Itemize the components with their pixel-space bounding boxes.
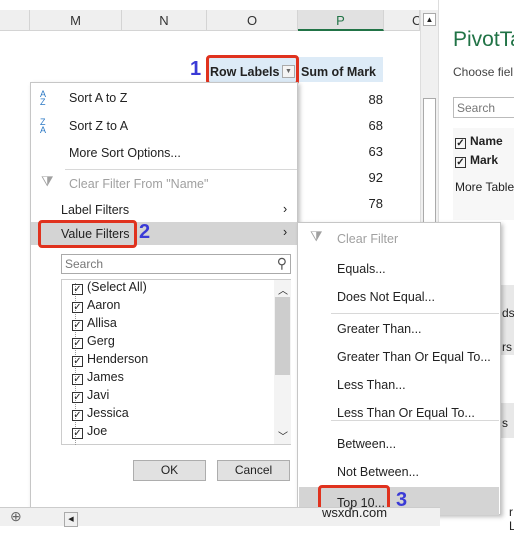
choose-fields-label: Choose fiel [453,65,514,79]
scroll-down-icon[interactable]: ﹀ [278,428,288,443]
list-item[interactable]: ✓ Aaron [72,298,120,313]
submenu-item[interactable]: Between... [337,437,396,451]
step-1: 1 [190,58,202,80]
value-cell[interactable]: 92 [303,170,383,185]
list-item[interactable]: ✓ Allisa [72,316,117,331]
filter-dropdown-icon[interactable]: ▼ [282,65,295,78]
pane-search-input[interactable]: Search [453,97,514,118]
column-header-blank [0,10,30,31]
submenu-item[interactable]: Equals... [337,262,386,276]
submenu-item[interactable]: Top 10... [337,496,385,510]
checkbox-icon: ✓ [455,138,466,149]
checkbox-icon[interactable]: ✓ [72,302,83,313]
list-scrollbar[interactable]: ︿ ﹀ [274,280,291,444]
checkbox-icon[interactable]: ✓ [72,374,83,385]
clear-filter-icon: ⧩ [41,173,54,189]
submenu-item[interactable]: Greater Than Or Equal To... [337,350,491,364]
list-scroll-thumb[interactable] [275,297,290,375]
column-header-p[interactable]: P [298,10,384,31]
more-tables-link[interactable]: More Table [455,180,514,194]
sort-za-icon: ZA [40,117,47,135]
value-cell[interactable]: 88 [303,92,383,107]
column-header-o[interactable]: O [207,10,298,31]
sort-z-to-a[interactable]: Sort Z to A [69,119,128,133]
field-name[interactable]: ✓ Name [455,134,503,149]
submenu-item[interactable]: Does Not Equal... [337,290,435,304]
scroll-thumb[interactable] [423,98,436,238]
checkbox-icon: ✓ [455,157,466,168]
submenu-item[interactable]: Less Than Or Equal To... [337,406,475,420]
search-placeholder: Search [65,257,104,271]
scroll-up-icon[interactable]: ︿ [278,282,288,297]
ok-button[interactable]: OK [133,460,206,481]
pane-title: PivotTa [453,28,514,51]
add-sheet-icon[interactable]: ⊕ [10,508,22,525]
menu-search-input[interactable]: Search ⚲ [61,254,291,274]
chevron-right-icon: › [283,202,288,216]
pane-text-fragment: ds [502,306,514,320]
list-item[interactable]: ✓ Jessica [72,406,129,421]
list-item[interactable]: ✓ Gerg [72,334,115,349]
more-sort-options[interactable]: More Sort Options... [69,146,181,160]
scroll-up-icon[interactable]: ▲ [423,13,436,26]
sort-a-to-z[interactable]: Sort A to Z [69,91,127,105]
pane-text-fragment: r L [509,505,514,533]
list-item[interactable]: ✓ Joe [72,424,107,439]
column-header-m[interactable]: M [30,10,122,31]
value-cell[interactable]: 68 [303,118,383,133]
list-item[interactable]: ✓ Javi [72,388,109,403]
clear-filter-from-name: Clear Filter From "Name" [69,177,209,191]
sum-of-mark-header: Sum of Mark [301,65,377,79]
clear-filter: Clear Filter [337,232,399,246]
field-mark[interactable]: ✓ Mark [455,153,498,168]
row-labels-header: Row Labels [210,65,280,79]
highlight-box-2 [38,220,137,248]
column-header-q[interactable]: C [384,10,420,31]
list-item[interactable]: ✓ Henderson [72,352,148,367]
checkbox-icon[interactable]: ✓ [72,410,83,421]
field-list: ✓ Name ✓ Mark More Table [453,128,514,220]
sort-az-icon: AZ [40,89,47,107]
submenu-item[interactable]: Not Between... [337,465,419,479]
checkbox-icon[interactable]: ✓ [72,338,83,349]
pane-text-fragment: s [502,416,508,430]
list-item[interactable]: ✓ (Select All) [72,280,147,295]
checkbox-icon[interactable]: ✓ [72,428,83,439]
submenu-item[interactable]: Greater Than... [337,322,422,336]
filter-menu: AZ Sort A to Z ZA Sort Z to A More Sort … [30,82,298,514]
step-2: 2 [139,221,151,243]
chevron-right-icon: › [283,225,288,239]
pane-text-fragment: rs [502,340,512,354]
value-filters-submenu: ⧩ Clear Filter Equals... Does Not Equal..… [297,222,501,518]
checkbox-icon[interactable]: ✓ [72,392,83,403]
list-item[interactable]: ✓ James [72,370,124,385]
checkbox-icon[interactable]: ✓ [72,356,83,367]
column-header-n[interactable]: N [122,10,207,31]
clear-filter-icon: ⧩ [310,228,323,244]
value-cell[interactable]: 78 [303,196,383,211]
checkbox-icon[interactable]: ✓ [72,320,83,331]
search-icon: ⚲ [276,255,287,271]
cancel-button[interactable]: Cancel [217,460,290,481]
submenu-item[interactable]: Less Than... [337,378,406,392]
label-filters[interactable]: Label Filters [61,203,129,217]
checkbox-icon[interactable]: ✓ [72,284,83,295]
scroll-left-icon[interactable]: ◀ [64,512,78,527]
value-cell[interactable]: 63 [303,144,383,159]
